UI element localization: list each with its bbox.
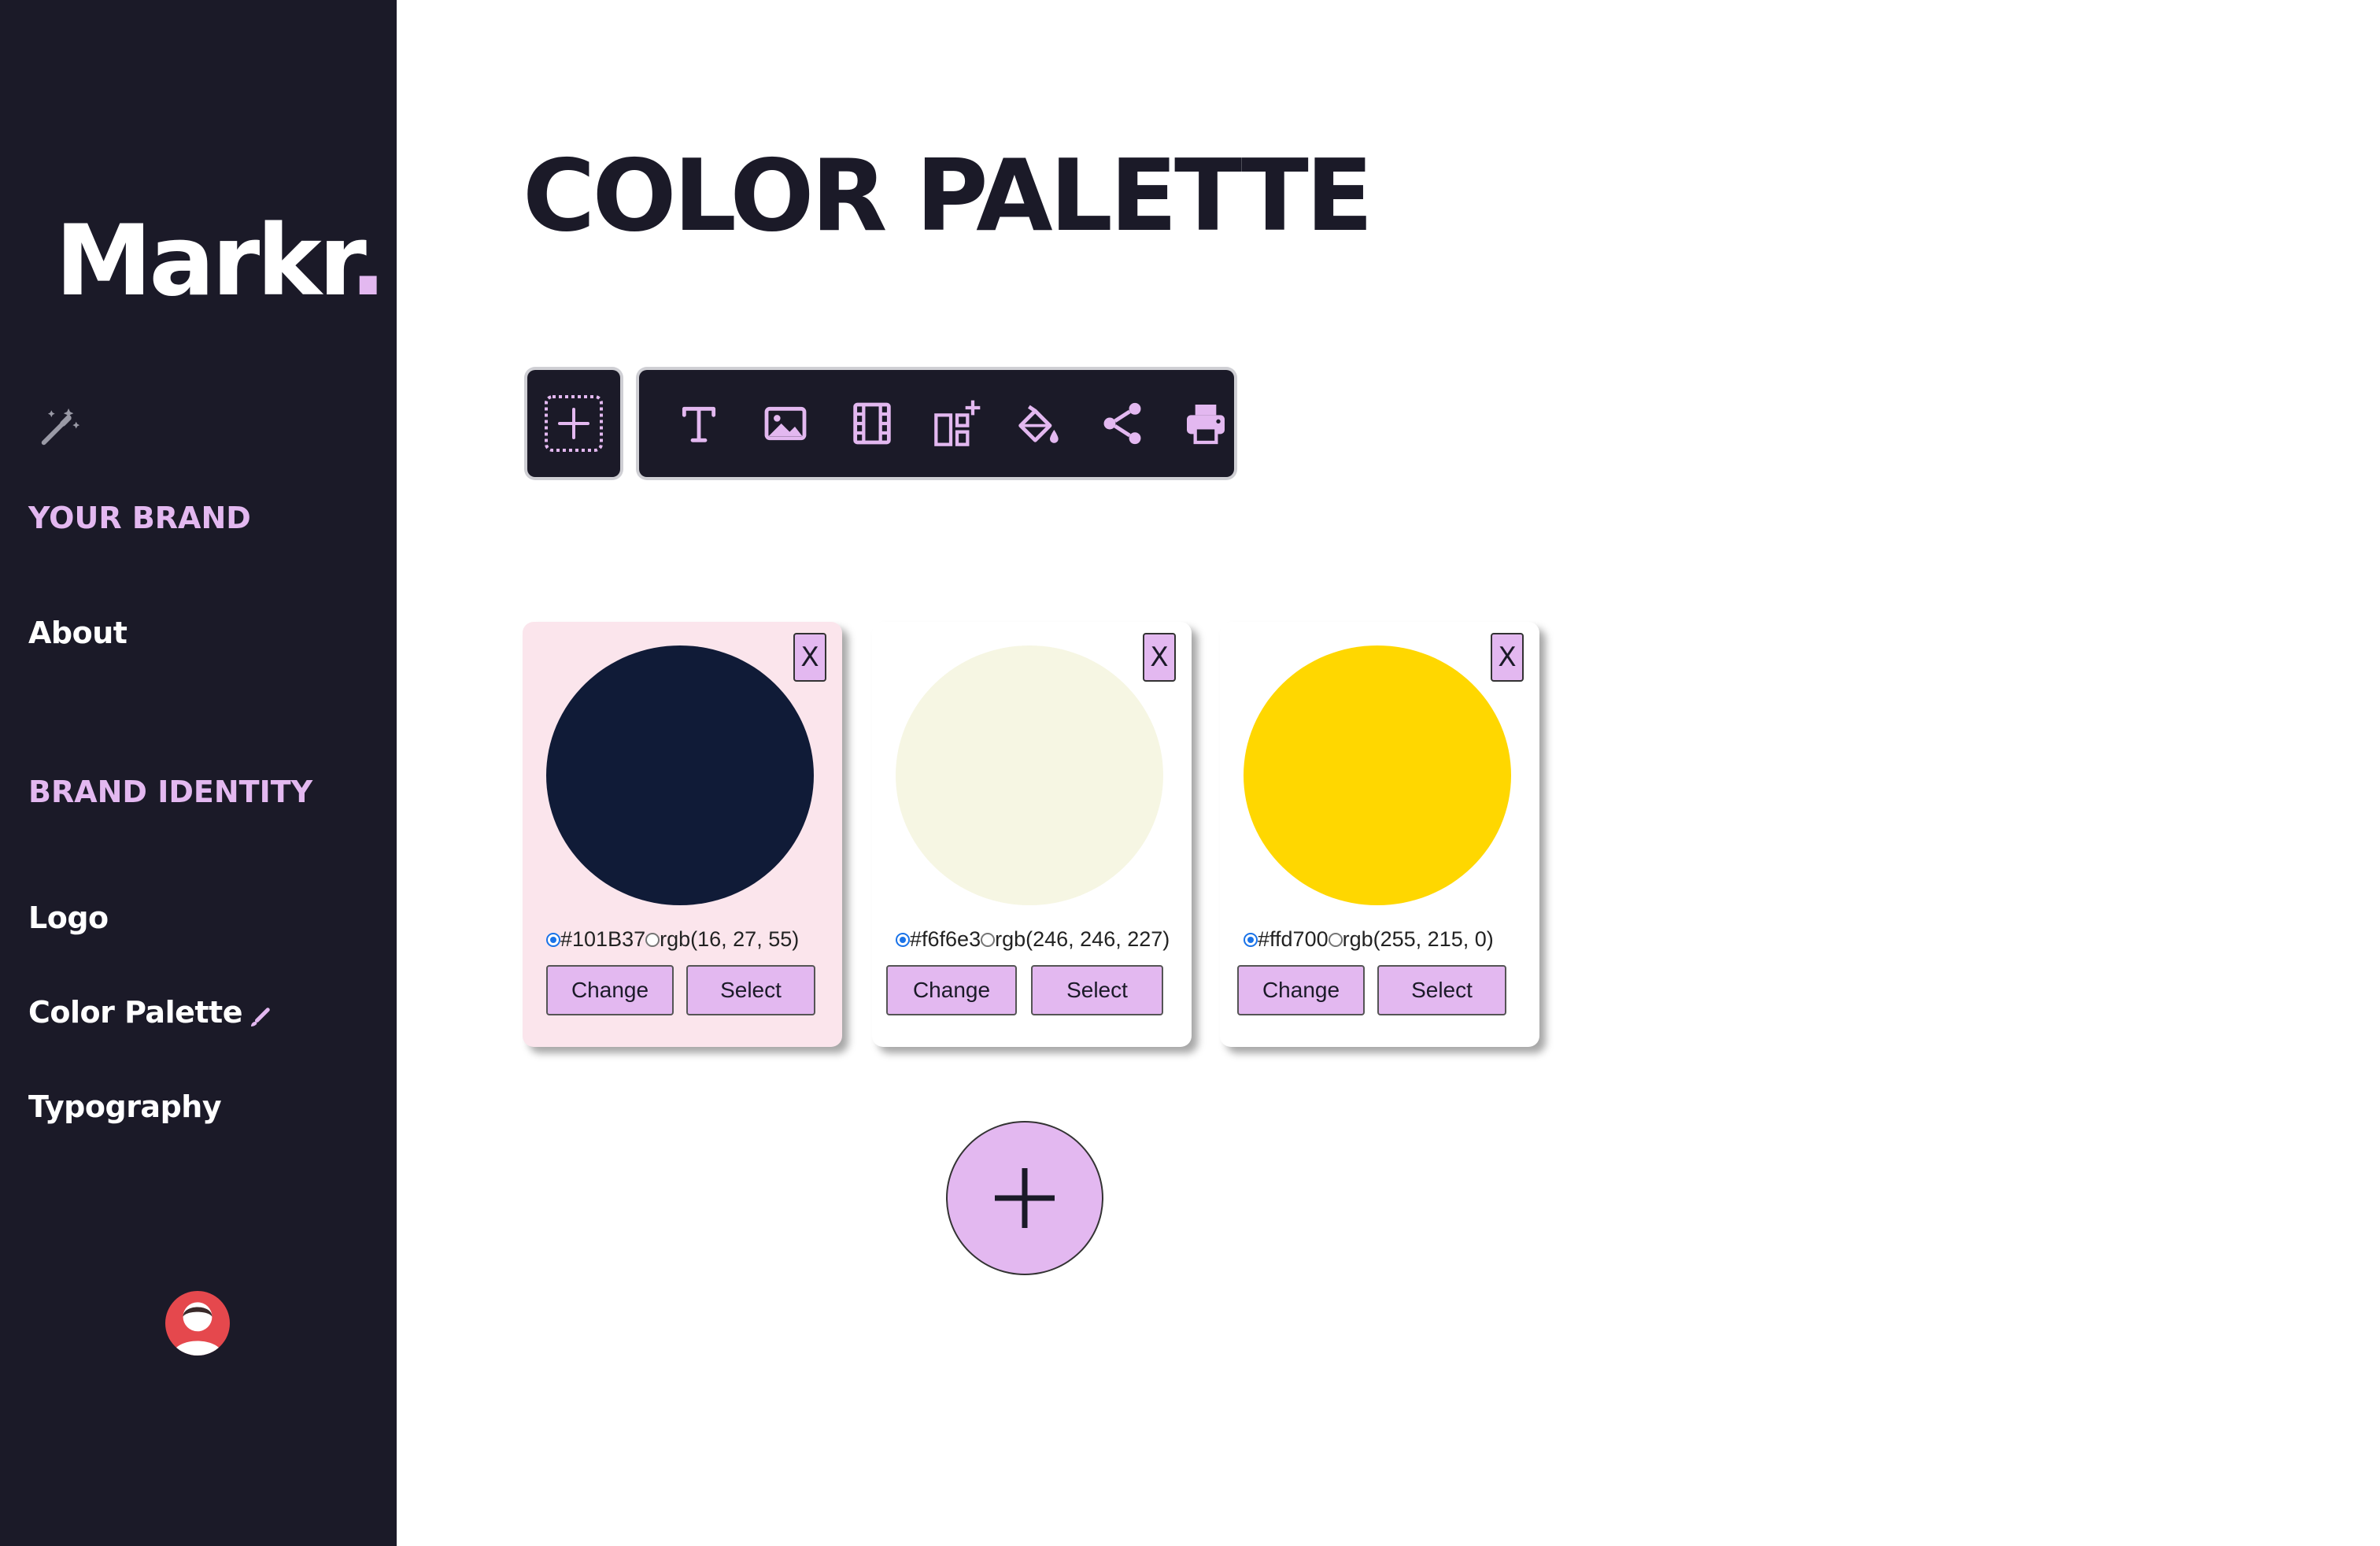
brand-logo[interactable]: Markr. <box>55 213 386 310</box>
add-block-icon <box>545 395 603 452</box>
add-layout-tool-button[interactable] <box>926 392 989 455</box>
remove-color-button[interactable]: X <box>793 633 826 682</box>
text-tool-button[interactable] <box>667 392 730 455</box>
print-icon <box>1187 405 1225 445</box>
hex-value: #ffd700 <box>1258 927 1329 951</box>
hex-radio[interactable] <box>1244 932 1258 947</box>
color-values: #ffd700 rgb(255, 215, 0) <box>1244 927 1494 952</box>
sidebar-item-logo[interactable]: Logo <box>28 901 109 935</box>
color-values: #101B37 rgb(16, 27, 55) <box>546 927 799 952</box>
video-icon <box>853 402 891 445</box>
hex-radio[interactable] <box>896 932 910 947</box>
rgb-radio[interactable] <box>645 932 660 947</box>
brand-name: Markr <box>55 205 353 318</box>
add-block-button[interactable] <box>527 370 620 477</box>
fill-color-tool-button[interactable] <box>1006 392 1069 455</box>
color-swatch <box>896 645 1163 905</box>
image-icon <box>764 406 807 441</box>
select-color-button[interactable]: Select <box>1031 965 1163 1015</box>
select-color-button[interactable]: Select <box>1377 965 1506 1015</box>
hex-value: #101B37 <box>560 927 646 951</box>
remove-color-button[interactable]: X <box>1143 633 1176 682</box>
image-tool-button[interactable] <box>754 392 817 455</box>
hex-radio[interactable] <box>546 932 560 947</box>
color-card: X #101B37 rgb(16, 27, 55) Change Select <box>523 622 842 1047</box>
color-card: X #ffd700 rgb(255, 215, 0) Change Select <box>1220 622 1539 1047</box>
section-brand-identity: BRAND IDENTITY <box>28 775 313 809</box>
toolbar <box>639 370 1234 477</box>
rgb-radio[interactable] <box>1328 932 1343 947</box>
paintbrush-icon <box>247 1003 271 1026</box>
text-icon <box>682 406 716 442</box>
print-tool-button[interactable] <box>1174 392 1237 455</box>
share-tool-button[interactable] <box>1091 392 1154 455</box>
rgb-radio[interactable] <box>981 932 996 947</box>
color-swatch <box>1244 645 1511 905</box>
share-icon <box>1103 402 1141 445</box>
brand-dot: . <box>349 205 386 318</box>
sidebar: Markr. YOUR BRAND About BRAND IDENTITY L… <box>0 0 397 1546</box>
select-color-button[interactable]: Select <box>686 965 815 1015</box>
video-tool-button[interactable] <box>841 392 904 455</box>
change-color-button[interactable]: Change <box>546 965 674 1015</box>
color-values: #f6f6e3 rgb(246, 246, 227) <box>896 927 1170 952</box>
hex-value: #f6f6e3 <box>910 927 981 951</box>
sidebar-item-label: Color Palette <box>28 995 242 1030</box>
remove-color-button[interactable]: X <box>1491 633 1524 682</box>
rgb-value: rgb(246, 246, 227) <box>995 927 1170 951</box>
color-card: X #f6f6e3 rgb(246, 246, 227) Change Selec… <box>872 622 1192 1047</box>
magic-wand-icon[interactable] <box>36 405 82 450</box>
plus-icon <box>995 1168 1055 1228</box>
page-title: COLOR PALETTE <box>523 138 1373 253</box>
sidebar-item-typography[interactable]: Typography <box>28 1089 222 1124</box>
add-layout-icon <box>934 400 981 446</box>
color-swatch <box>546 645 814 905</box>
sidebar-item-color-palette[interactable]: Color Palette <box>28 995 271 1030</box>
change-color-button[interactable]: Change <box>886 965 1017 1015</box>
section-your-brand: YOUR BRAND <box>28 501 251 535</box>
rgb-value: rgb(16, 27, 55) <box>660 927 800 951</box>
paint-bucket-icon <box>1018 405 1059 443</box>
rgb-value: rgb(255, 215, 0) <box>1342 927 1494 951</box>
user-avatar-icon[interactable] <box>165 1291 230 1356</box>
add-color-button[interactable] <box>946 1121 1103 1275</box>
change-color-button[interactable]: Change <box>1237 965 1365 1015</box>
sidebar-item-about[interactable]: About <box>28 616 128 650</box>
